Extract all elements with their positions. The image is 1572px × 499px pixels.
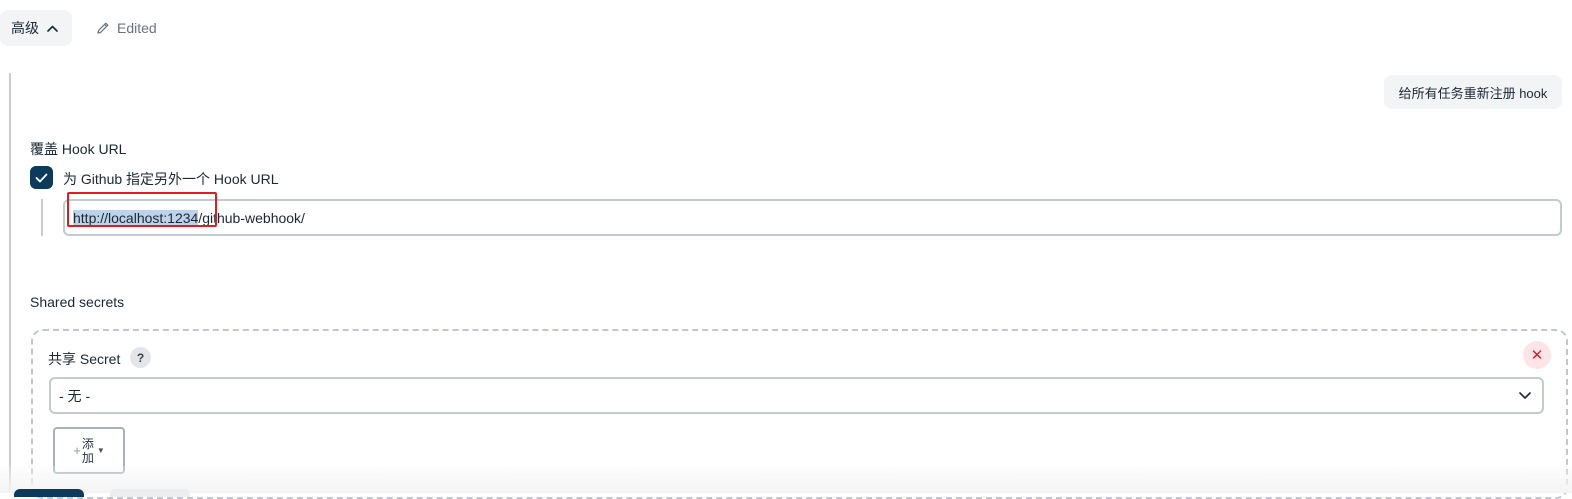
save-button[interactable]: [14, 489, 84, 497]
shared-secret-select[interactable]: - 无 -: [49, 377, 1544, 414]
reregister-hooks-button[interactable]: 给所有任务重新注册 hook: [1384, 75, 1562, 109]
help-icon[interactable]: ?: [130, 347, 151, 368]
shared-secret-selected-value: - 无 -: [59, 387, 91, 404]
add-label-line1: 添: [81, 436, 94, 451]
pencil-icon: [96, 21, 110, 35]
advanced-toggle-button[interactable]: 高级: [0, 10, 72, 46]
edited-indicator: Edited: [96, 19, 157, 37]
checkmark-icon: [35, 173, 48, 182]
shared-secrets-label: Shared secrets: [30, 294, 125, 310]
bottom-bar: [0, 466, 1572, 493]
advanced-label: 高级: [11, 20, 39, 36]
override-hook-url-label: 覆盖 Hook URL: [30, 141, 127, 157]
shared-secret-label: 共享 Secret: [48, 351, 121, 367]
edited-label: Edited: [117, 20, 157, 36]
override-hook-checkbox[interactable]: [30, 166, 53, 189]
chevron-down-icon: [1518, 388, 1532, 402]
delete-icon[interactable]: ✕: [1523, 341, 1551, 369]
override-hook-checkbox-label[interactable]: 为 Github 指定另外一个 Hook URL: [63, 169, 279, 189]
apply-button[interactable]: [110, 489, 190, 497]
nested-divider: [41, 199, 43, 236]
chevron-up-icon: [47, 25, 58, 32]
section-divider: [9, 73, 11, 493]
plus-icon: +: [73, 443, 81, 458]
hook-url-input[interactable]: http://localhost:1234/github-webhook/: [63, 199, 1562, 236]
highlight-annotation-box: [67, 192, 217, 227]
caret-down-icon: ▼: [96, 446, 105, 455]
add-label-line2: 加: [81, 450, 94, 465]
